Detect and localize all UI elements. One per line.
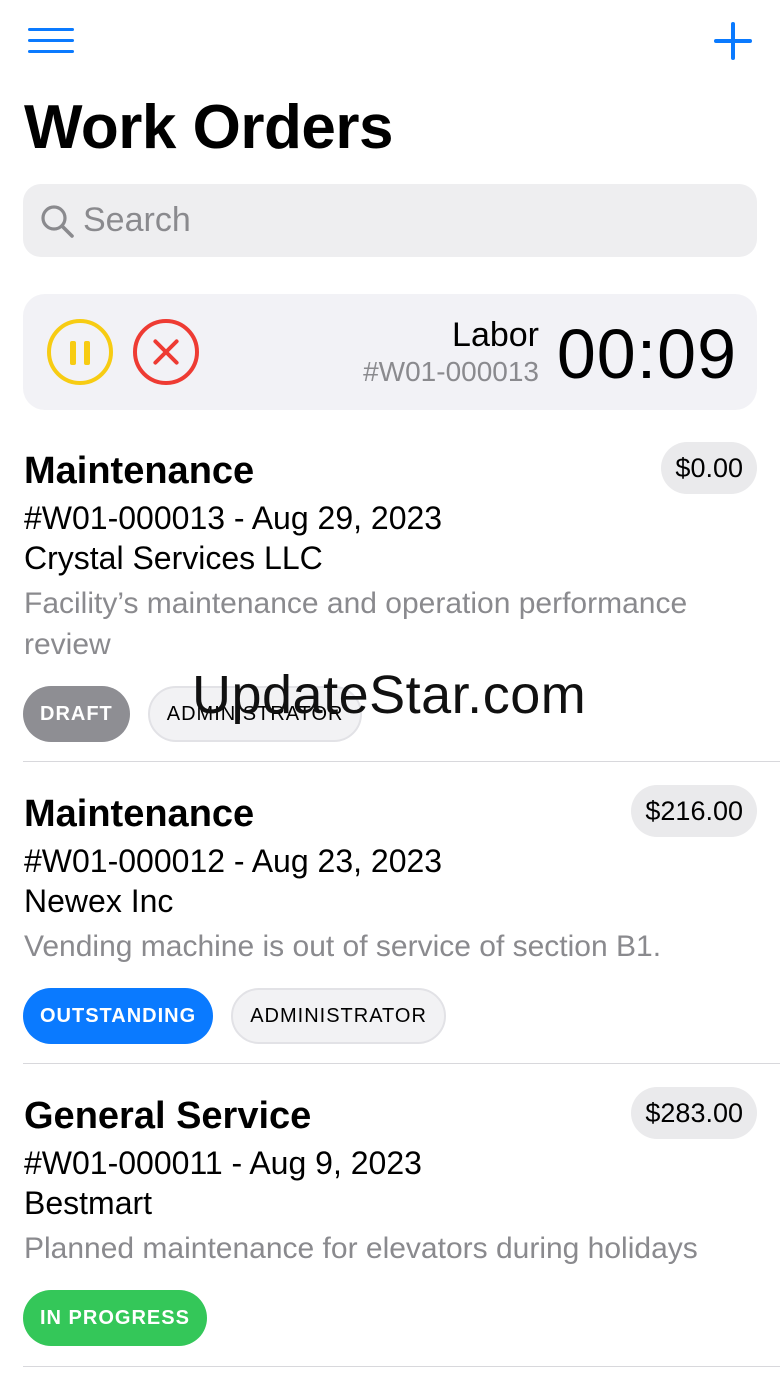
timer-reference: #W01-000013 <box>363 356 539 387</box>
order-price-badge: $216.00 <box>631 785 757 837</box>
watermark-text: UpdateStar.com <box>192 665 587 725</box>
order-reference: #W01-000013 - Aug 29, 2023 <box>24 500 443 536</box>
order-description: Planned maintenance for elevators during… <box>24 1232 698 1265</box>
order-title: Maintenance <box>24 793 255 835</box>
order-price-badge: $0.00 <box>661 442 757 494</box>
row-divider <box>23 1366 780 1367</box>
add-work-order-button[interactable] <box>712 20 754 62</box>
order-reference: #W01-000011 - Aug 9, 2023 <box>24 1145 422 1181</box>
labor-timer-card: Labor #W01-000013 00:09 <box>23 294 757 410</box>
order-description: Vending machine is out of service of sec… <box>24 930 662 963</box>
order-reference: #W01-000012 - Aug 23, 2023 <box>24 843 443 879</box>
order-description: Facility’s maintenance and operation per… <box>24 587 688 661</box>
search-icon <box>41 205 74 238</box>
search-bar[interactable] <box>23 184 757 257</box>
work-orders-screen: Work Orders Labor #W01-000013 00:09 Main… <box>0 0 780 1387</box>
order-customer: Newex Inc <box>24 883 174 919</box>
hamburger-menu-icon[interactable] <box>26 26 76 56</box>
timer-elapsed: 00:09 <box>556 315 737 393</box>
close-circle-icon[interactable] <box>133 319 199 385</box>
order-customer: Bestmart <box>24 1185 153 1221</box>
order-tags: OUTSTANDING ADMINISTRATOR <box>23 988 446 1044</box>
row-divider <box>23 761 780 762</box>
navigation-bar <box>0 0 780 80</box>
status-badge: DRAFT <box>23 686 130 742</box>
role-badge: ADMINISTRATOR <box>231 988 446 1044</box>
order-customer: Crystal Services LLC <box>24 540 323 576</box>
status-badge: IN PROGRESS <box>23 1290 207 1346</box>
pause-icon[interactable] <box>47 319 113 385</box>
order-title: Maintenance <box>24 450 255 492</box>
order-title: General Service <box>24 1095 312 1137</box>
status-badge: OUTSTANDING <box>23 988 214 1044</box>
work-order-row[interactable]: Maintenance $216.00 #W01-000012 - Aug 23… <box>0 763 780 1064</box>
order-price-badge: $283.00 <box>631 1087 757 1139</box>
page-title: Work Orders <box>24 93 393 162</box>
order-tags: IN PROGRESS <box>23 1290 207 1346</box>
timer-label: Labor <box>452 316 539 354</box>
search-input[interactable] <box>83 184 743 257</box>
work-order-row[interactable]: General Service $283.00 #W01-000011 - Au… <box>0 1065 780 1367</box>
row-divider <box>23 1063 780 1064</box>
